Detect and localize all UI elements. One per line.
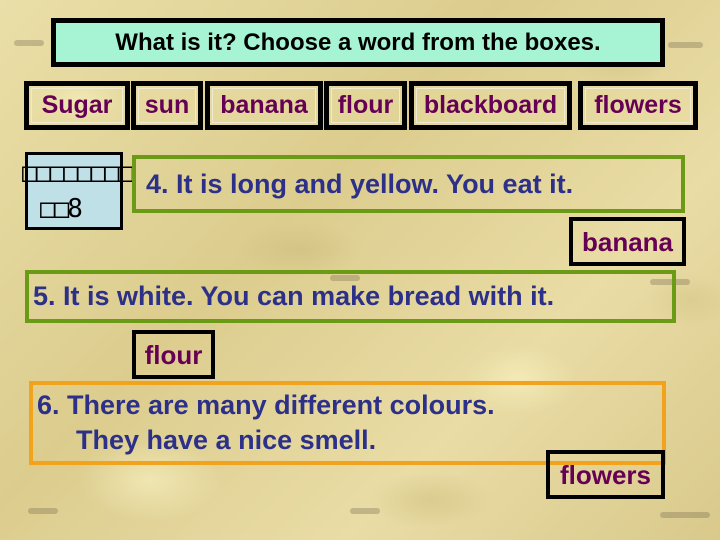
word-bank-flowers[interactable]: flowers — [578, 81, 698, 130]
background-smudge — [14, 40, 44, 46]
word-bank-blackboard[interactable]: blackboard — [409, 81, 572, 130]
word-label: banana — [220, 91, 308, 119]
answer-4-banana[interactable]: banana — [569, 217, 686, 266]
word-label: Sugar — [41, 91, 113, 119]
instruction-title: What is it? Choose a word from the boxes… — [51, 18, 665, 67]
answer-6-flowers[interactable]: flowers — [546, 450, 665, 499]
question-5-text: 5. It is white. You can make bread with … — [33, 281, 555, 311]
garbled-text-line-2: □□8 — [40, 194, 83, 224]
word-label: flour — [337, 91, 394, 119]
background-smudge — [660, 512, 710, 518]
question-6-text-line-1: 6. There are many different colours. — [37, 390, 495, 420]
garbled-text-line-1: □□□□□□□□ — [22, 158, 133, 188]
answer-5-flour[interactable]: flour — [132, 330, 215, 379]
background-smudge — [350, 508, 380, 514]
word-label: sun — [144, 91, 190, 119]
word-bank-sun[interactable]: sun — [131, 81, 203, 130]
question-4-text: 4. It is long and yellow. You eat it. — [146, 169, 574, 199]
background-smudge — [28, 508, 58, 514]
word-bank-sugar[interactable]: Sugar — [24, 81, 130, 130]
answer-label: flour — [144, 339, 203, 370]
word-label: blackboard — [423, 91, 558, 119]
word-bank-flour[interactable]: flour — [324, 81, 407, 130]
instruction-title-text: What is it? Choose a word from the boxes… — [115, 28, 601, 56]
background-smudge — [668, 42, 703, 48]
question-6-text-line-2: They have a nice smell. — [76, 425, 377, 455]
answer-label: flowers — [559, 459, 652, 490]
answer-label: banana — [581, 226, 674, 257]
word-bank-banana[interactable]: banana — [205, 81, 323, 130]
word-label: flowers — [594, 91, 682, 119]
